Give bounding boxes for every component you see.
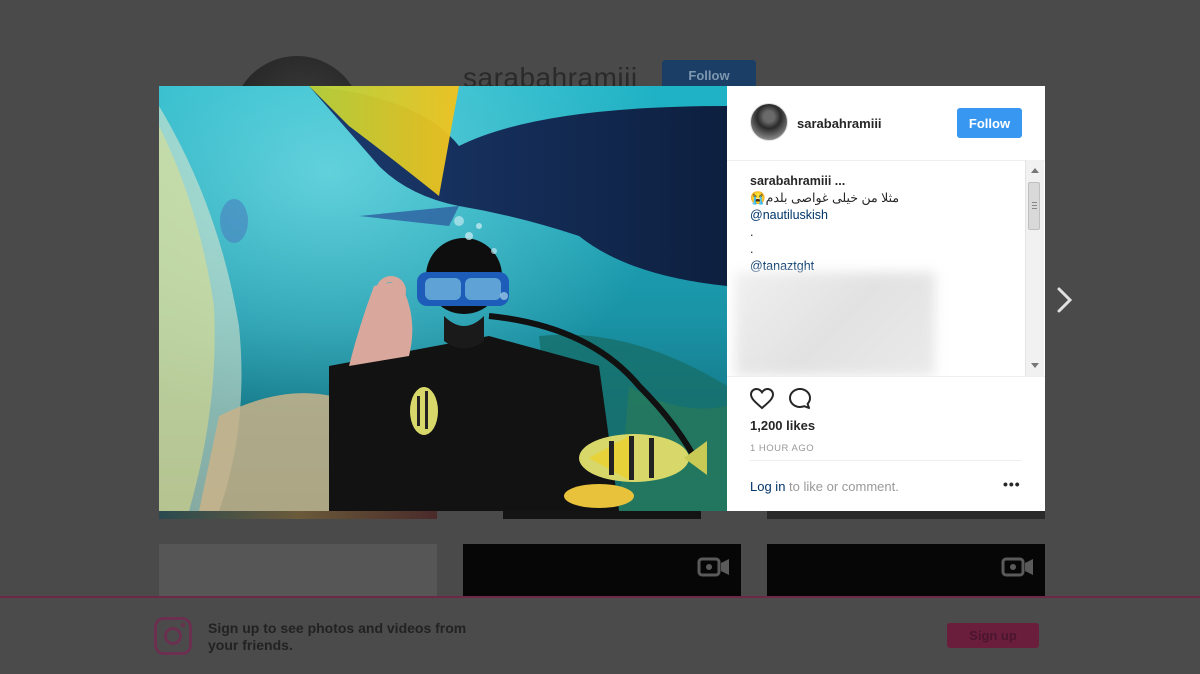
post-photo <box>159 86 727 511</box>
background-thumbnail-strip <box>159 511 437 519</box>
likes-count[interactable]: 1,200 likes <box>750 418 815 433</box>
login-link[interactable]: Log in <box>750 479 785 494</box>
heart-icon[interactable] <box>749 386 775 412</box>
scrollbar-thumb[interactable] <box>1028 182 1040 230</box>
caption-more[interactable]: ... <box>835 174 845 188</box>
scroll-down-icon[interactable] <box>1031 363 1039 368</box>
caption-dot: . <box>750 242 754 256</box>
follow-button[interactable]: Follow <box>957 108 1022 138</box>
background-thumbnail-video <box>463 544 741 596</box>
underwater-diver-image <box>159 86 727 511</box>
signup-banner-text: Sign up to see photos and videos from yo… <box>208 620 467 653</box>
instagram-logo-icon <box>154 617 192 655</box>
video-camera-icon <box>697 557 729 577</box>
scroll-up-icon[interactable] <box>1031 168 1039 173</box>
caption-dot: . <box>750 225 754 239</box>
caption: sarabahramiii ... 😭مثلا من خیلی غواصی بل… <box>750 173 1020 275</box>
login-prompt: Log in to like or comment. <box>750 479 899 494</box>
post-timestamp: 1 HOUR AGO <box>750 443 815 454</box>
chevron-right-icon[interactable] <box>1054 286 1076 314</box>
caption-arabic-text: 😭مثلا من خیلی غواصی بلدم <box>750 191 900 205</box>
caption-mention[interactable]: @nautiluskish <box>750 207 1020 224</box>
background-thumbnail-video <box>767 544 1045 596</box>
background-thumbnail-strip <box>767 511 1045 519</box>
divider <box>750 460 1022 461</box>
login-prompt-text: to like or comment. <box>785 479 899 494</box>
comment-icon[interactable] <box>787 386 813 412</box>
caption-username[interactable]: sarabahramiii <box>750 174 831 188</box>
background-thumbnail-strip <box>503 511 701 519</box>
post-author-username[interactable]: sarabahramiii <box>797 116 882 131</box>
caption-scrollbar[interactable] <box>1025 160 1044 376</box>
more-options-icon[interactable]: ••• <box>1003 476 1021 492</box>
blurred-content <box>735 272 935 376</box>
background-thumbnail <box>159 544 437 596</box>
caption-area[interactable]: sarabahramiii ... 😭مثلا من خیلی غواصی بل… <box>727 160 1045 377</box>
post-header: sarabahramiii Follow <box>727 86 1045 161</box>
video-camera-icon <box>1001 557 1033 577</box>
post-sidebar: sarabahramiii Follow sarabahramiii ... 😭… <box>727 86 1045 511</box>
avatar[interactable] <box>750 103 788 141</box>
signup-button[interactable]: Sign up <box>947 623 1039 648</box>
post-modal: sarabahramiii Follow sarabahramiii ... 😭… <box>159 86 1045 511</box>
